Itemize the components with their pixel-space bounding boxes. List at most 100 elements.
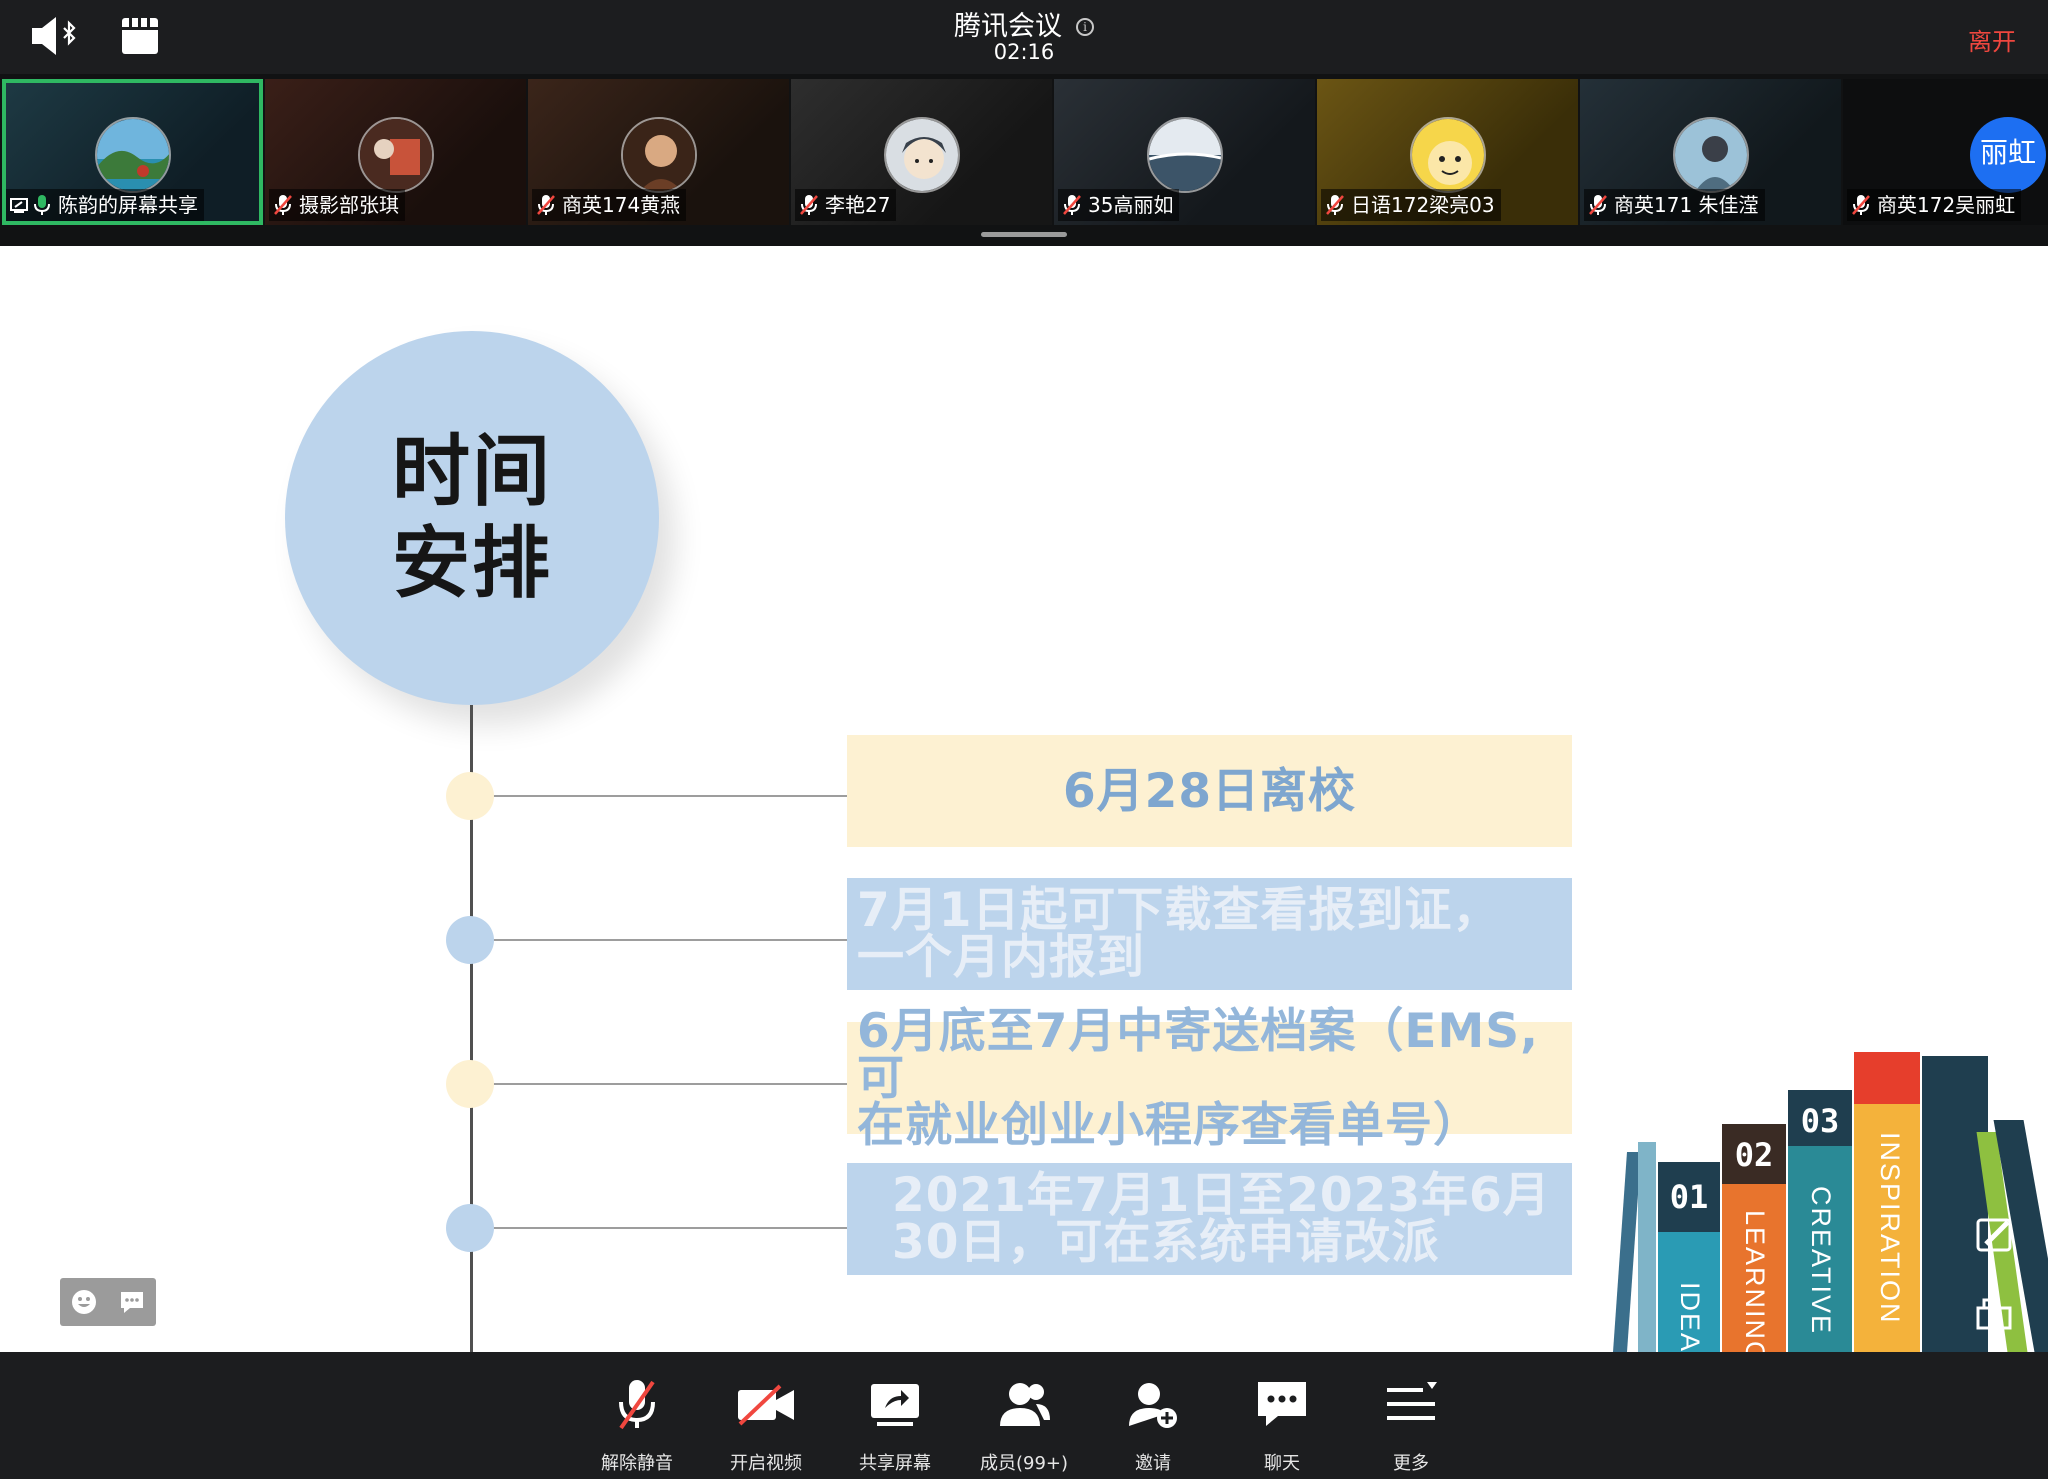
- book: 02 LEARNING: [1722, 1124, 1786, 1352]
- participant-tile-screen-share[interactable]: 陈韵的屏幕共享: [2, 79, 263, 225]
- avatar: [1409, 117, 1486, 193]
- mic-muted-icon: [799, 193, 819, 215]
- chat-button[interactable]: 聊天: [1227, 1352, 1337, 1479]
- timeline-item-text: 7月1日起可下载查看报到证， 一个月内报到: [847, 887, 1500, 981]
- slide-title-line1: 时间: [391, 427, 552, 517]
- avatar: [357, 117, 434, 193]
- participant-name: 李艳27: [825, 193, 891, 217]
- more-button[interactable]: 更多: [1356, 1352, 1466, 1479]
- book-spine-text: LEARNING: [1740, 1210, 1770, 1352]
- timeline-item: 6月底至7月中寄送档案（EMS,可 在就业创业小程序查看单号）: [847, 1008, 1572, 1149]
- layout-switch-icon[interactable]: [1970, 1290, 2020, 1340]
- participant-tile[interactable]: 李艳27: [791, 79, 1052, 225]
- invite-button[interactable]: 邀请: [1098, 1352, 1208, 1479]
- book-number: 03: [1800, 1102, 1840, 1140]
- slide-title: 时间 安排: [285, 426, 659, 610]
- info-icon[interactable]: i: [1076, 18, 1094, 36]
- toolbar-label: 邀请: [1135, 1453, 1171, 1474]
- reaction-bar: [60, 1278, 156, 1326]
- book: [1638, 1142, 1656, 1352]
- share-screen-icon: [865, 1374, 925, 1434]
- more-icon: [1381, 1374, 1441, 1434]
- mic-on-icon: [32, 193, 52, 215]
- timeline-item: 7月1日起可下载查看报到证， 一个月内报到: [847, 878, 1572, 990]
- participant-name: 商英174黄燕: [562, 193, 681, 217]
- shared-screen-slide: 时间 安排 6月28日离校 7月1日起可下载查看报到证， 一个月内报到 6月底至…: [0, 246, 2048, 1352]
- mic-muted-icon: [607, 1374, 667, 1434]
- timeline-item-line: 6月底至7月中寄送档案（EMS,可: [857, 1003, 1539, 1106]
- book-spine-text: INSPIRATION: [1875, 1132, 1905, 1325]
- mic-muted-icon: [1588, 193, 1608, 215]
- members-icon: [994, 1374, 1054, 1434]
- avatar: [620, 117, 697, 193]
- toolbar-label: 开启视频: [730, 1453, 802, 1474]
- meeting-window: 腾讯会议 i 02:16 离开 陈韵的屏幕共享 摄影部张琪 商英174黄燕 李艳…: [0, 0, 2048, 1479]
- timeline-item-line: 在就业创业小程序查看单号）: [857, 1097, 1481, 1153]
- toolbar-label: 成员(99+): [979, 1453, 1069, 1474]
- participant-name-tag: 商英172吴丽虹: [1847, 189, 2022, 221]
- annotate-icon[interactable]: [1970, 1210, 2020, 1260]
- book: 01 IDEA: [1658, 1162, 1720, 1352]
- toolbar-label: 更多: [1393, 1453, 1429, 1474]
- members-button[interactable]: 成员(99+): [969, 1352, 1079, 1479]
- meeting-timer: 02:16: [993, 40, 1055, 64]
- timeline-item-text: 6月底至7月中寄送档案（EMS,可 在就业创业小程序查看单号）: [847, 1008, 1572, 1149]
- bottom-toolbar: 解除静音 开启视频 共享屏幕 成员(99+) 邀请 聊天 更多: [0, 1352, 2048, 1479]
- leave-button[interactable]: 离开: [1968, 22, 2016, 57]
- timeline-item-line: 2021年7月1日至2023年6月: [892, 1168, 1551, 1223]
- participant-name-tag: 日语172梁亮03: [1321, 189, 1501, 221]
- avatar: 丽虹: [1970, 117, 2046, 193]
- video-off-icon: [736, 1374, 796, 1434]
- start-video-button[interactable]: 开启视频: [711, 1352, 821, 1479]
- mic-muted-icon: [1851, 193, 1871, 215]
- timeline-item-line: 一个月内报到: [857, 930, 1145, 985]
- participant-name-tag: 35高丽如: [1058, 189, 1180, 221]
- participant-name: 商英171 朱佳滢: [1614, 193, 1759, 217]
- participant-tile[interactable]: 丽虹 商英172吴丽虹: [1843, 79, 2048, 225]
- participant-tile[interactable]: 35高丽如: [1054, 79, 1315, 225]
- app-title-text: 腾讯会议: [954, 11, 1062, 42]
- meeting-title: 腾讯会议 i: [0, 4, 2048, 43]
- participant-name: 日语172梁亮03: [1351, 193, 1495, 217]
- participant-tile[interactable]: 摄影部张琪: [265, 79, 526, 225]
- invite-icon: [1123, 1374, 1183, 1434]
- timeline-dot: [446, 1204, 494, 1252]
- timeline-branch: [472, 1227, 847, 1229]
- strip-drag-handle[interactable]: [981, 232, 1067, 237]
- timeline-item-text: 6月28日离校: [847, 768, 1572, 815]
- timeline-item-line: 6月28日离校: [1062, 763, 1357, 819]
- mic-muted-icon: [1062, 193, 1082, 215]
- participant-name-tag: 商英174黄燕: [532, 189, 687, 221]
- avatar: [883, 117, 960, 193]
- timeline-dot: [446, 916, 494, 964]
- timeline-dot: [446, 1060, 494, 1108]
- participant-tile[interactable]: 商英171 朱佳滢: [1580, 79, 1841, 225]
- timeline-item-line: 30日，可在系统申请改派: [892, 1215, 1440, 1270]
- participant-strip: 陈韵的屏幕共享 摄影部张琪 商英174黄燕 李艳27 35高丽如 日语172梁亮…: [0, 74, 2048, 246]
- share-screen-button[interactable]: 共享屏幕: [840, 1352, 950, 1479]
- book-spine-text: CREATIVE: [1806, 1186, 1836, 1336]
- participant-name: 陈韵的屏幕共享: [58, 193, 198, 217]
- toolbar-label: 解除静音: [601, 1453, 673, 1474]
- emoji-icon[interactable]: [70, 1288, 98, 1316]
- participant-tile[interactable]: 日语172梁亮03: [1317, 79, 1578, 225]
- slide-title-line2: 安排: [391, 519, 552, 609]
- timeline-branch: [472, 939, 847, 941]
- participant-name-tag: 商英171 朱佳滢: [1584, 189, 1765, 221]
- avatar-initials: 丽虹: [1970, 117, 2046, 193]
- avatar: [1146, 117, 1223, 193]
- mic-muted-icon: [536, 193, 556, 215]
- mic-muted-icon: [1325, 193, 1345, 215]
- book: INSPIRATION: [1854, 1052, 1920, 1352]
- avatar: [1672, 117, 1749, 193]
- unmute-button[interactable]: 解除静音: [582, 1352, 692, 1479]
- book-number: 01: [1669, 1178, 1709, 1216]
- participant-tile[interactable]: 商英174黄燕: [528, 79, 789, 225]
- participant-name-tag: 陈韵的屏幕共享: [6, 189, 204, 221]
- chat-icon: [1252, 1374, 1312, 1434]
- timeline-dot: [446, 772, 494, 820]
- timeline-branch: [472, 1083, 847, 1085]
- timeline-item: 6月28日离校: [847, 735, 1572, 847]
- book: 03 CREATIVE: [1788, 1090, 1852, 1352]
- chat-bubble-icon[interactable]: [118, 1288, 146, 1316]
